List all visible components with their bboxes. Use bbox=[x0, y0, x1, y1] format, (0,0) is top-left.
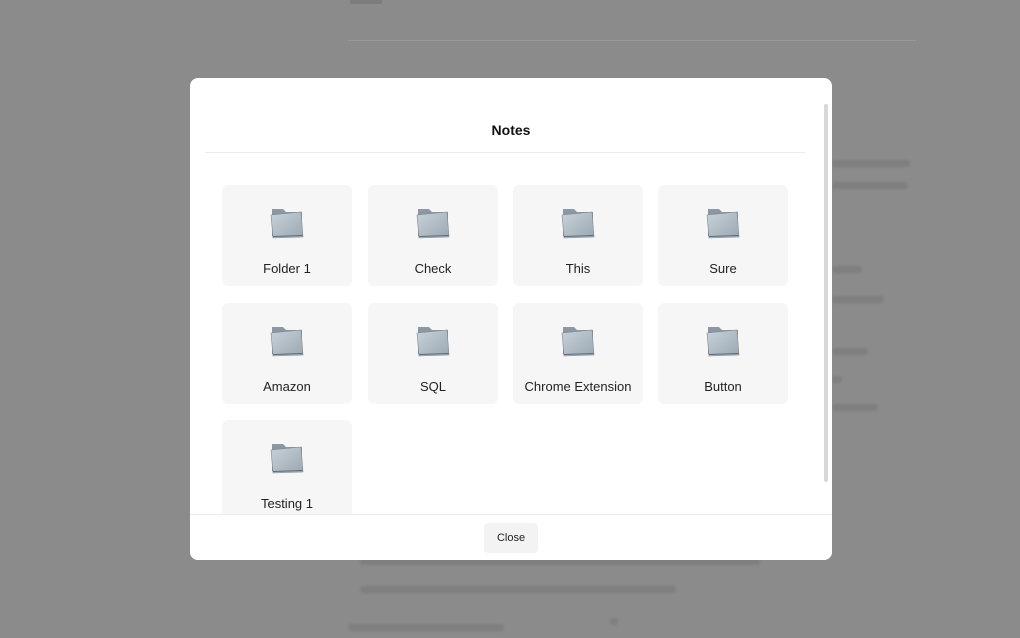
folder-icon bbox=[559, 321, 597, 359]
background-header-fragment bbox=[350, 0, 382, 4]
background-text-fragment bbox=[832, 182, 908, 189]
folder-icon bbox=[704, 321, 742, 359]
folder-icon bbox=[268, 203, 306, 241]
modal-scrollbar[interactable] bbox=[822, 104, 830, 514]
background-text-fragment bbox=[832, 266, 862, 273]
folder-tile[interactable]: Button bbox=[658, 303, 788, 404]
background-text-fragment bbox=[832, 296, 884, 303]
modal-header-divider bbox=[205, 152, 805, 153]
folder-label: Testing 1 bbox=[260, 496, 314, 511]
folder-tile[interactable]: Amazon bbox=[222, 303, 352, 404]
close-button[interactable]: Close bbox=[484, 523, 538, 553]
background-text-fragment bbox=[610, 618, 618, 625]
folder-tile[interactable]: Folder 1 bbox=[222, 185, 352, 286]
folder-label: SQL bbox=[419, 379, 446, 394]
folder-tile[interactable]: Sure bbox=[658, 185, 788, 286]
folder-tile[interactable]: Testing 1 bbox=[222, 420, 352, 514]
modal-title: Notes bbox=[491, 122, 531, 138]
background-text-fragment bbox=[832, 404, 878, 411]
folder-icon bbox=[414, 203, 452, 241]
folder-tile[interactable]: SQL bbox=[368, 303, 498, 404]
folder-label: Chrome Extension bbox=[524, 379, 632, 394]
folder-label: Check bbox=[414, 261, 452, 276]
folder-icon bbox=[414, 321, 452, 359]
folder-label: Folder 1 bbox=[263, 261, 311, 276]
modal-footer: Close bbox=[190, 514, 832, 560]
folder-label: Button bbox=[704, 379, 742, 394]
notes-modal: Notes Folder 1 Check This Sure Amazon SQL Chro… bbox=[190, 78, 832, 560]
background-text-fragment bbox=[832, 160, 910, 167]
folder-label: Amazon bbox=[263, 379, 311, 394]
folder-label: This bbox=[565, 261, 591, 276]
folder-icon bbox=[268, 321, 306, 359]
folder-tile[interactable]: Check bbox=[368, 185, 498, 286]
background-text-fragment bbox=[832, 348, 868, 355]
folder-label: Sure bbox=[709, 261, 737, 276]
folder-icon bbox=[704, 203, 742, 241]
folder-icon bbox=[559, 203, 597, 241]
scrollbar-thumb[interactable] bbox=[824, 104, 828, 482]
folder-grid: Folder 1 Check This Sure Amazon SQL Chrome Ext… bbox=[222, 185, 790, 514]
folder-tile[interactable]: This bbox=[513, 185, 643, 286]
background-text-fragment bbox=[360, 586, 676, 593]
folder-icon bbox=[268, 438, 306, 476]
background-text-fragment bbox=[348, 624, 504, 631]
background-text-fragment bbox=[832, 376, 842, 383]
folder-tile[interactable]: Chrome Extension bbox=[513, 303, 643, 404]
background-divider bbox=[348, 40, 916, 41]
